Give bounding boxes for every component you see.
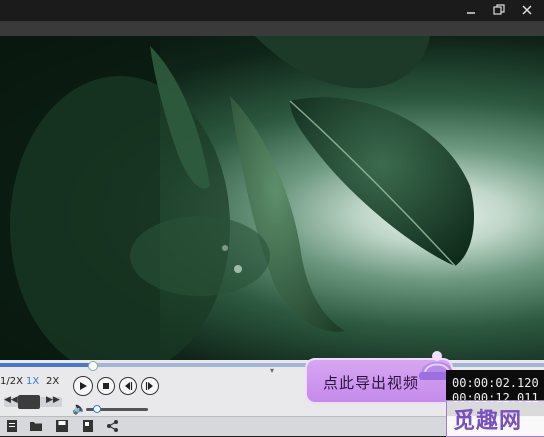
- speed-double[interactable]: 2X: [46, 376, 59, 387]
- seek-thumb[interactable]: [88, 361, 99, 371]
- window-controls: [462, 2, 536, 18]
- watermark-text: 觅趣网: [453, 409, 523, 434]
- watermark-logo: 觅趣网: [446, 400, 544, 437]
- next-frame-icon: [145, 382, 153, 390]
- speed-half[interactable]: 1/2X: [0, 376, 23, 387]
- rewind-icon[interactable]: ◀◀: [4, 395, 18, 405]
- forward-icon[interactable]: ▶▶: [46, 395, 60, 405]
- save-icon[interactable]: [55, 419, 69, 433]
- title-bar: [0, 0, 544, 21]
- stop-icon: [103, 383, 109, 389]
- share-icon[interactable]: [106, 419, 120, 433]
- seek-progress-fill: [0, 363, 93, 367]
- volume-thumb[interactable]: [93, 405, 102, 413]
- next-frame-button[interactable]: [141, 377, 159, 395]
- export-video-button[interactable]: 点此导出视频: [305, 351, 455, 404]
- clip-range-handle[interactable]: [18, 395, 40, 409]
- prev-frame-button[interactable]: [119, 377, 137, 395]
- speed-normal[interactable]: 1X: [26, 376, 39, 387]
- export-video-label: 点此导出视频: [323, 374, 420, 392]
- stop-button[interactable]: [97, 377, 115, 395]
- play-button[interactable]: [73, 376, 93, 396]
- open-folder-icon[interactable]: [29, 419, 43, 433]
- play-icon: [80, 382, 87, 390]
- file-info-icon[interactable]: [5, 419, 19, 433]
- volume-icon[interactable]: 🔈: [72, 401, 87, 415]
- current-time: 00:00:02.120: [452, 376, 539, 390]
- video-preview[interactable]: [0, 36, 544, 360]
- restore-icon[interactable]: [490, 2, 508, 18]
- toolbar-strip: [0, 21, 544, 36]
- close-icon[interactable]: [518, 2, 536, 18]
- prev-frame-icon: [125, 382, 133, 390]
- collapse-handle-icon[interactable]: ▾: [270, 366, 276, 375]
- video-frame-leaves: [0, 36, 475, 360]
- export-icon[interactable]: [81, 419, 95, 433]
- minimize-icon[interactable]: [462, 2, 480, 18]
